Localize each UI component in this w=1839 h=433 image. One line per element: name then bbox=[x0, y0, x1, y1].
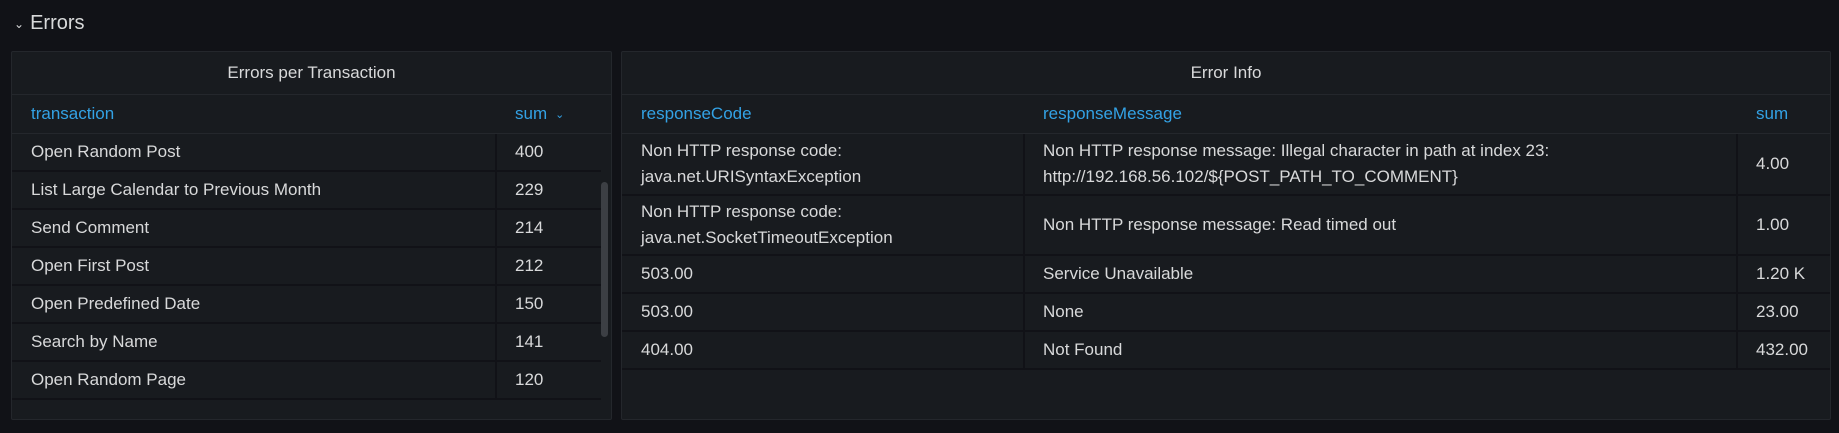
cell-response-message: Non HTTP response message: Illegal chara… bbox=[1043, 141, 1550, 186]
table-row: 503.00 Service Unavailable 1.20 K bbox=[622, 256, 1830, 294]
panel-title[interactable]: Errors per Transaction bbox=[12, 52, 611, 94]
chevron-down-icon: ⌄ bbox=[14, 17, 25, 31]
column-header-response-message[interactable]: responseMessage bbox=[1043, 95, 1182, 133]
table-row: Open Random Post 400 bbox=[12, 134, 601, 172]
cell-sum: 400 bbox=[515, 142, 544, 161]
cell-sum: 229 bbox=[515, 180, 544, 199]
column-header-transaction[interactable]: transaction bbox=[31, 95, 114, 133]
cell-response-code: Non HTTP response code: java.net.SocketT… bbox=[641, 202, 893, 247]
table-row: Open Random Page 120 bbox=[12, 362, 601, 400]
table-header: transaction sum ⌄ bbox=[12, 94, 611, 134]
error-info-panel: Error Info responseCode responseMessage … bbox=[621, 51, 1831, 420]
cell-response-code: 404.00 bbox=[641, 340, 693, 359]
column-header-sum[interactable]: sum ⌄ bbox=[515, 95, 564, 133]
cell-response-code: Non HTTP response code: java.net.URISynt… bbox=[641, 141, 862, 186]
sort-descending-icon: ⌄ bbox=[555, 108, 565, 121]
cell-sum: 141 bbox=[515, 332, 544, 351]
row-title: Errors bbox=[30, 11, 85, 34]
cell-transaction: Open Predefined Date bbox=[31, 294, 201, 313]
cell-sum: 214 bbox=[515, 218, 544, 237]
cell-response-message: Not Found bbox=[1043, 340, 1123, 359]
table-row: Open Predefined Date 150 bbox=[12, 286, 601, 324]
table-body: Non HTTP response code: java.net.URISynt… bbox=[622, 134, 1830, 419]
cell-response-message: Service Unavailable bbox=[1043, 264, 1194, 283]
table-row: Open First Post 212 bbox=[12, 248, 601, 286]
table-row: 404.00 Not Found 432.00 bbox=[622, 332, 1830, 370]
table-row: Search by Name 141 bbox=[12, 324, 601, 362]
column-header-response-code[interactable]: responseCode bbox=[641, 95, 752, 133]
cell-response-code: 503.00 bbox=[641, 302, 693, 321]
table-body: Open Random Post 400 List Large Calendar t… bbox=[12, 134, 611, 419]
cell-sum: 120 bbox=[515, 370, 544, 389]
cell-transaction: Search by Name bbox=[31, 332, 158, 351]
scrollbar[interactable] bbox=[601, 182, 608, 337]
cell-sum: 432.00 bbox=[1756, 340, 1808, 359]
column-header-sum[interactable]: sum bbox=[1756, 95, 1788, 133]
panel-title[interactable]: Error Info bbox=[622, 52, 1830, 94]
cell-response-message: Non HTTP response message: Read timed ou… bbox=[1043, 215, 1397, 234]
cell-transaction: Send Comment bbox=[31, 218, 150, 237]
row-header-errors[interactable]: ⌄ Errors bbox=[14, 10, 85, 36]
cell-sum: 4.00 bbox=[1756, 154, 1790, 173]
cell-sum: 150 bbox=[515, 294, 544, 313]
cell-transaction: Open First Post bbox=[31, 256, 150, 275]
table-row: Non HTTP response code: java.net.SocketT… bbox=[622, 196, 1830, 256]
cell-transaction: List Large Calendar to Previous Month bbox=[31, 180, 322, 199]
cell-sum: 23.00 bbox=[1756, 302, 1799, 321]
cell-sum: 1.20 K bbox=[1756, 264, 1806, 283]
cell-response-message: None bbox=[1043, 302, 1084, 321]
table-row: Non HTTP response code: java.net.URISynt… bbox=[622, 134, 1830, 196]
table-header: responseCode responseMessage sum bbox=[622, 94, 1830, 134]
table-row: Send Comment 214 bbox=[12, 210, 601, 248]
cell-transaction: Open Random Page bbox=[31, 370, 186, 389]
table-row: 503.00 None 23.00 bbox=[622, 294, 1830, 332]
errors-per-transaction-panel: Errors per Transaction transaction sum ⌄… bbox=[11, 51, 612, 420]
cell-sum: 212 bbox=[515, 256, 544, 275]
cell-transaction: Open Random Post bbox=[31, 142, 181, 161]
table-row: List Large Calendar to Previous Month 229 bbox=[12, 172, 601, 210]
cell-sum: 1.00 bbox=[1756, 215, 1790, 234]
cell-response-code: 503.00 bbox=[641, 264, 693, 283]
